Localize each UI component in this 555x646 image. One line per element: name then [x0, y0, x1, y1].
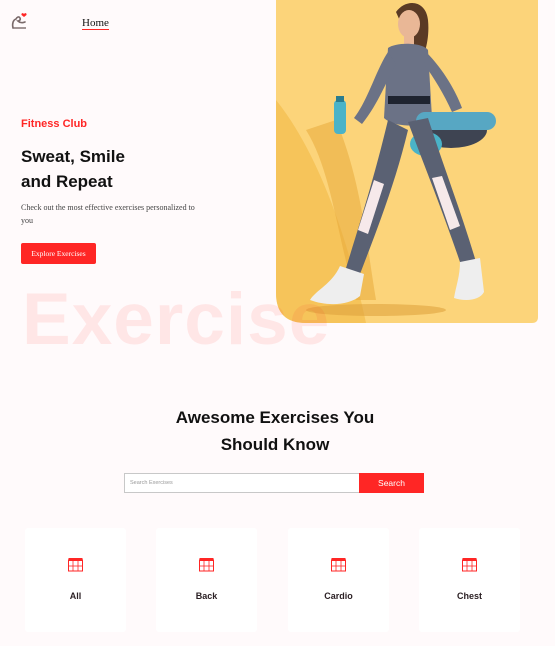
category-card-chest[interactable]: Chest [419, 528, 520, 632]
exercises-title-line2: Should Know [220, 435, 330, 454]
gym-icon [462, 558, 477, 572]
explore-exercises-button[interactable]: Explore Exercises [21, 243, 96, 264]
hero-title: Sweat, Smile and Repeat [21, 144, 181, 194]
search-button[interactable]: Search [359, 473, 424, 493]
gym-icon [331, 558, 346, 572]
category-label: All [69, 591, 82, 601]
hero-title-line1: Sweat, Smile [21, 147, 125, 166]
gym-icon [68, 558, 83, 572]
category-card-back[interactable]: Back [156, 528, 257, 632]
category-label: Cardio [324, 591, 353, 601]
hero-description: Check out the most effective exercises p… [21, 203, 195, 225]
category-label: Back [195, 591, 218, 601]
exercises-title-line1: Awesome Exercises You [175, 408, 375, 427]
hero-title-line2: and Repeat [21, 172, 113, 191]
category-card-cardio[interactable]: Cardio [288, 528, 389, 632]
nav-home-link[interactable]: Home [82, 17, 109, 30]
category-label: Chest [456, 591, 482, 601]
search-input[interactable] [124, 473, 359, 493]
logo-icon[interactable] [10, 11, 30, 31]
hero-banner-image [276, 0, 538, 323]
gym-icon [199, 558, 214, 572]
hero-watermark: Exercise [22, 279, 331, 360]
category-card-all[interactable]: All [25, 528, 126, 632]
hero-eyebrow: Fitness Club [21, 118, 88, 130]
exercises-section-title: Awesome Exercises You Should Know [150, 404, 400, 458]
